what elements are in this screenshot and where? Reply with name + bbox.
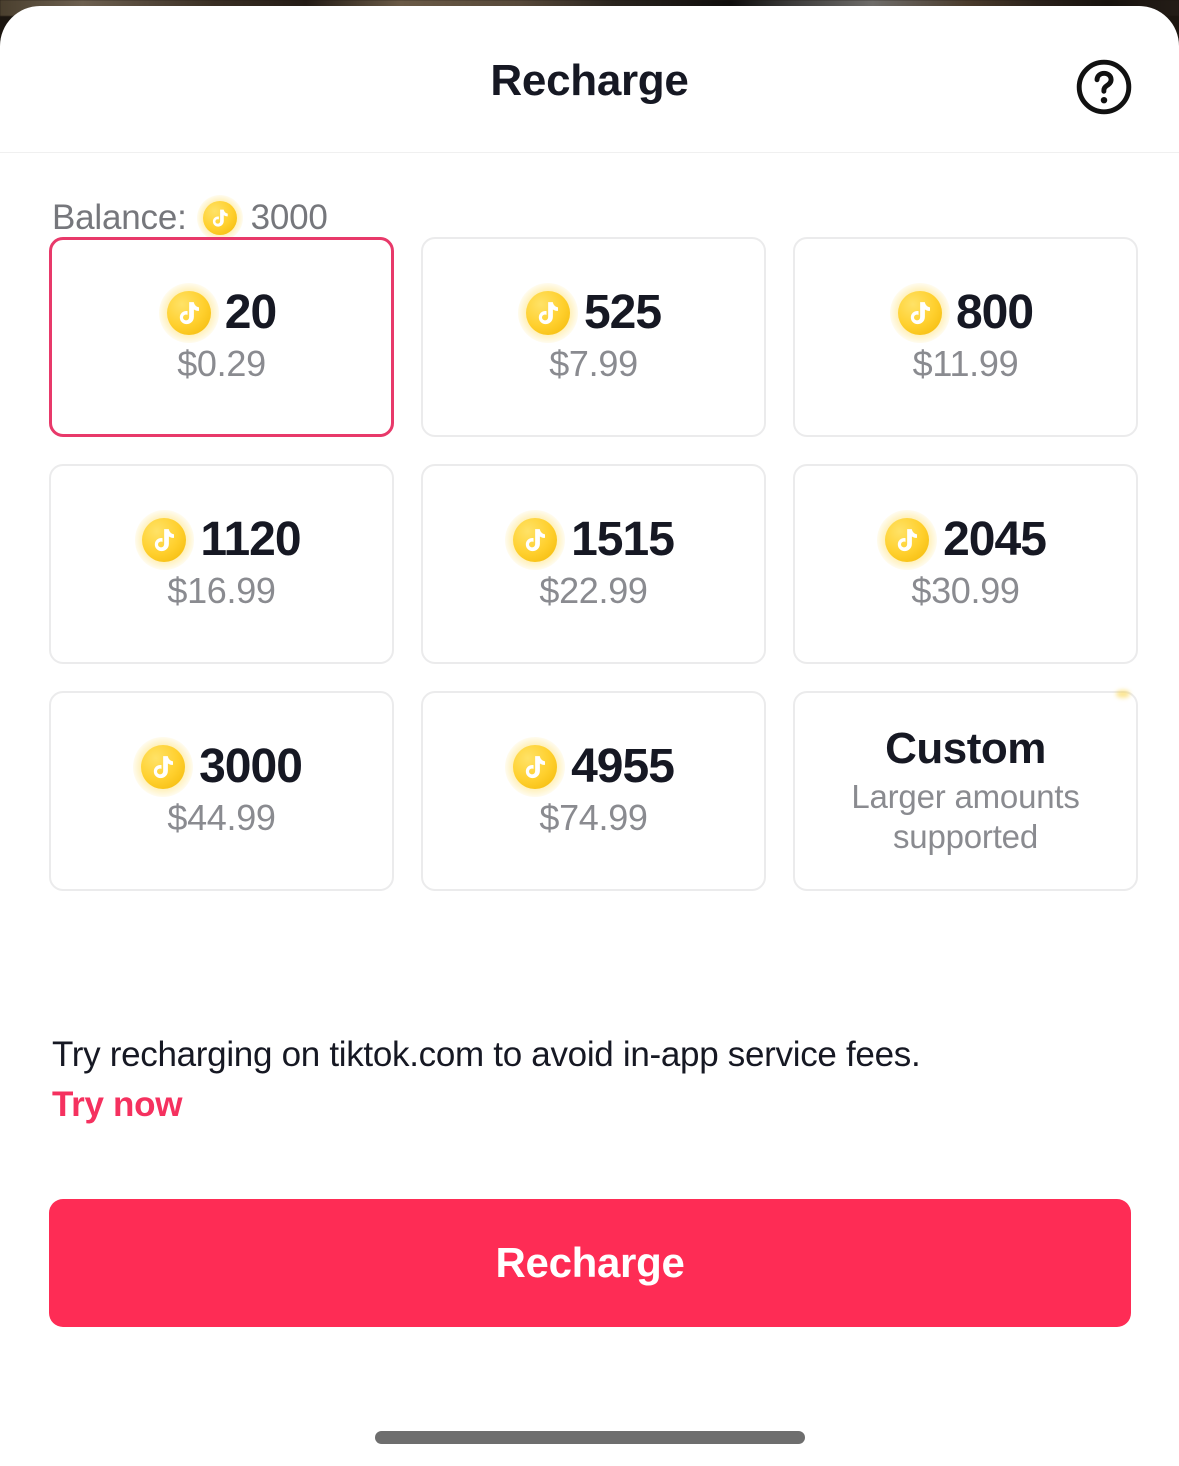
tiktok-coin-icon [134,510,195,571]
card-coin-amount: 1120 [200,513,301,567]
home-indicator [374,1431,805,1444]
card-amount-row: 3000 [133,737,303,798]
card-amount-row: 20 [158,283,277,344]
help-icon[interactable] [1071,54,1137,120]
card-price: $74.99 [539,797,648,839]
card-coin-amount: 525 [583,286,662,340]
custom-subtitle: Larger amounts supported [851,777,1080,856]
amount-card-525[interactable]: 525 $7.99 [421,237,766,437]
custom-title: Custom [885,723,1046,773]
card-price: $0.29 [177,343,266,385]
tiktok-coin-icon [196,194,243,242]
amount-card-1515[interactable]: 1515 $22.99 [421,464,766,664]
card-price: $44.99 [167,797,276,839]
card-amount-row: 1515 [505,510,675,571]
tiktok-coin-icon [518,283,578,344]
try-now-link[interactable]: Try now [52,1085,182,1125]
card-amount-row: 1120 [134,510,302,571]
card-amount-row: 4955 [505,737,675,798]
card-price: $22.99 [539,570,648,612]
tiktok-coin-icon [505,510,566,571]
amount-grid: 20 $0.29 525 $7.99 800 $11.99 1120 $16.9… [0,227,1179,891]
balance-row: Balance: 3000 [0,153,1179,242]
tiktok-coin-icon [890,283,950,344]
card-coin-amount: 4955 [571,740,675,794]
amount-card-4955[interactable]: 4955 $74.99 [421,691,766,891]
amount-card-2045[interactable]: 2045 $30.99 [793,464,1138,664]
card-coin-amount: 3000 [199,740,303,794]
page-title: Recharge [490,56,689,105]
tiktok-coin-icon [133,737,194,798]
tiktok-coin-icon [158,283,219,344]
amount-card-1120[interactable]: 1120 $16.99 [49,464,394,664]
card-coin-amount: 1515 [571,513,675,567]
tiktok-coin-icon [505,737,566,798]
card-amount-row: 2045 [877,510,1047,571]
card-amount-row: 800 [890,283,1034,344]
balance-label: Balance: [52,198,187,237]
card-price: $11.99 [912,343,1019,385]
card-amount-row: 525 [518,283,662,344]
tiktok-coin-icon [877,510,938,571]
recharge-sheet: Recharge Balance: 3000 20 $0.29 525 $7.9… [0,6,1179,1466]
amount-card-custom[interactable]: Custom Larger amounts supported [793,691,1138,891]
balance-value: 3000 [250,198,328,237]
promo-text: Try recharging on tiktok.com to avoid in… [52,1035,921,1074]
promo-note: Try recharging on tiktok.com to avoid in… [0,891,1179,1125]
card-price: $30.99 [911,570,1020,612]
amount-card-800[interactable]: 800 $11.99 [793,237,1138,437]
amount-card-20[interactable]: 20 $0.29 [49,237,394,437]
card-coin-amount: 2045 [943,513,1047,567]
card-coin-amount: 800 [955,286,1034,340]
recharge-button[interactable]: Recharge [49,1199,1131,1327]
card-coin-amount: 20 [224,286,277,340]
header-bar: Recharge [0,6,1179,153]
card-price: $7.99 [549,343,638,385]
amount-card-3000[interactable]: 3000 $44.99 [49,691,394,891]
card-price: $16.99 [167,570,276,612]
